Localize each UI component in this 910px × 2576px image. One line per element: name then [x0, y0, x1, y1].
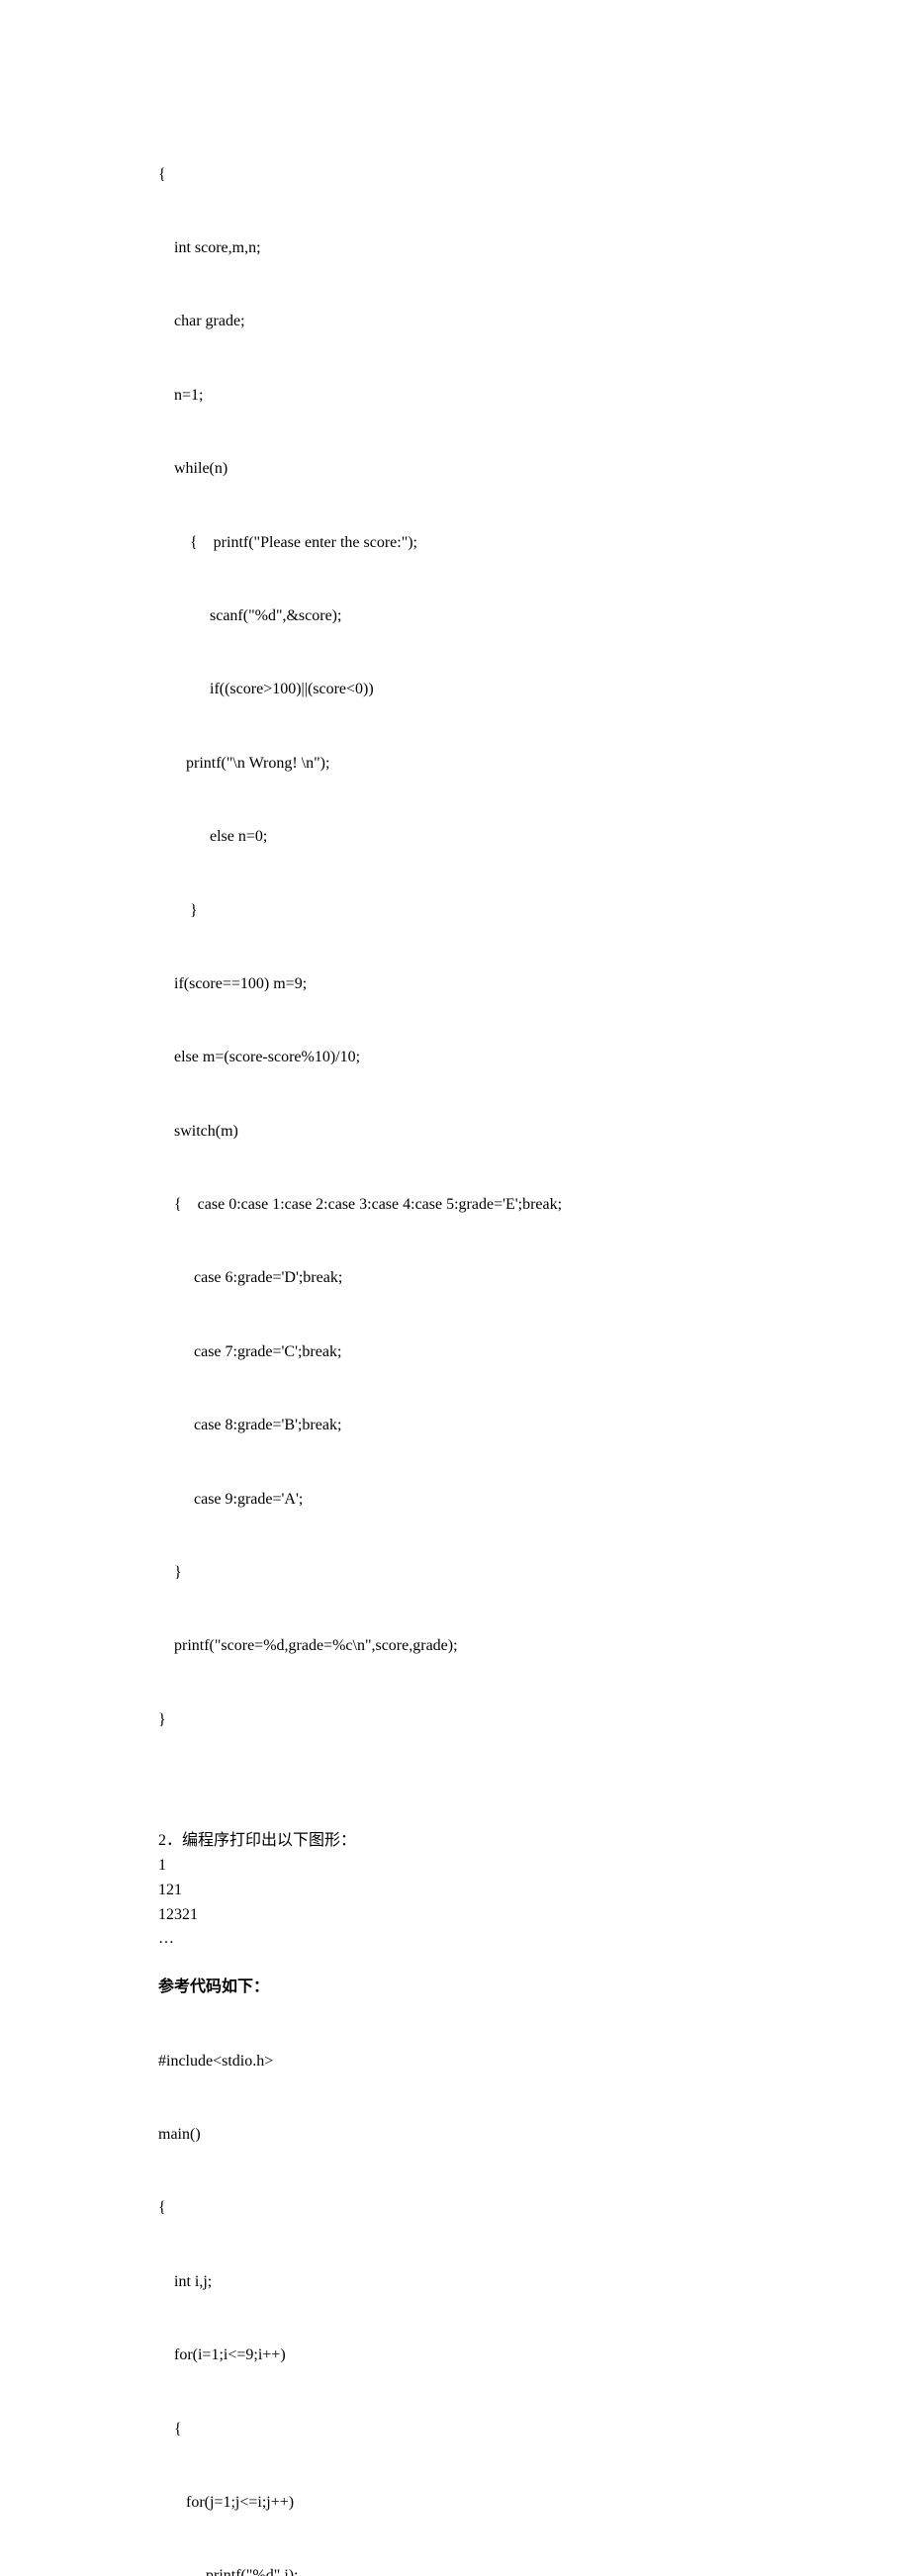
code-line: printf("\n Wrong! \n");	[158, 752, 752, 777]
code-line: printf("%d",j);	[158, 2564, 752, 2576]
code-line: while(n)	[158, 457, 752, 482]
code-line: }	[158, 1708, 752, 1733]
code-line: int score,m,n;	[158, 236, 752, 261]
code-line: scanf("%d",&score);	[158, 604, 752, 629]
code-line: int i,j;	[158, 2270, 752, 2295]
reference-code-heading: 参考代码如下：	[158, 1976, 752, 2000]
code-line: for(i=1;i<=9;i++)	[158, 2344, 752, 2368]
vertical-spacer	[158, 1805, 752, 1829]
code-line: {	[158, 2196, 752, 2221]
code-line: for(j=1;j<=i;j++)	[158, 2491, 752, 2516]
code-line: case 8:grade='B';break;	[158, 1414, 752, 1438]
code-line: if((score>100)||(score<0))	[158, 678, 752, 702]
code-line: case 7:grade='C';break;	[158, 1340, 752, 1365]
code-line: case 9:grade='A';	[158, 1488, 752, 1513]
code-line: #include<stdio.h>	[158, 2050, 752, 2074]
code-line: else n=0;	[158, 825, 752, 850]
code-block-2: #include<stdio.h> main() { int i,j; for(…	[158, 2000, 752, 2576]
code-line: else m=(score-score%10)/10;	[158, 1046, 752, 1070]
code-line: if(score==100) m=9;	[158, 972, 752, 997]
code-line: }	[158, 899, 752, 924]
pattern-line: 12321	[158, 1903, 752, 1928]
document-page: { int score,m,n; char grade; n=1; while(…	[0, 0, 910, 2576]
code-line: {	[158, 163, 752, 188]
problem-2-section: 2．编程序打印出以下图形： 1 121 12321 …	[158, 1829, 752, 1952]
pattern-line: …	[158, 1927, 752, 1952]
code-line: char grade;	[158, 310, 752, 334]
code-line: {	[158, 2418, 752, 2442]
code-line: }	[158, 1561, 752, 1586]
vertical-spacer	[158, 1952, 752, 1976]
vertical-spacer	[158, 1782, 752, 1805]
pattern-line: 121	[158, 1879, 752, 1903]
code-line: printf("score=%d,grade=%c\n",score,grade…	[158, 1634, 752, 1659]
problem-title: 2．编程序打印出以下图形：	[158, 1829, 752, 1854]
code-line: switch(m)	[158, 1120, 752, 1145]
code-line: main()	[158, 2123, 752, 2148]
pattern-line: 1	[158, 1854, 752, 1879]
code-line: { case 0:case 1:case 2:case 3:case 4:cas…	[158, 1193, 752, 1218]
code-line: { printf("Please enter the score:");	[158, 531, 752, 556]
code-block-1: { int score,m,n; char grade; n=1; while(…	[158, 114, 752, 1782]
code-line: n=1;	[158, 384, 752, 409]
